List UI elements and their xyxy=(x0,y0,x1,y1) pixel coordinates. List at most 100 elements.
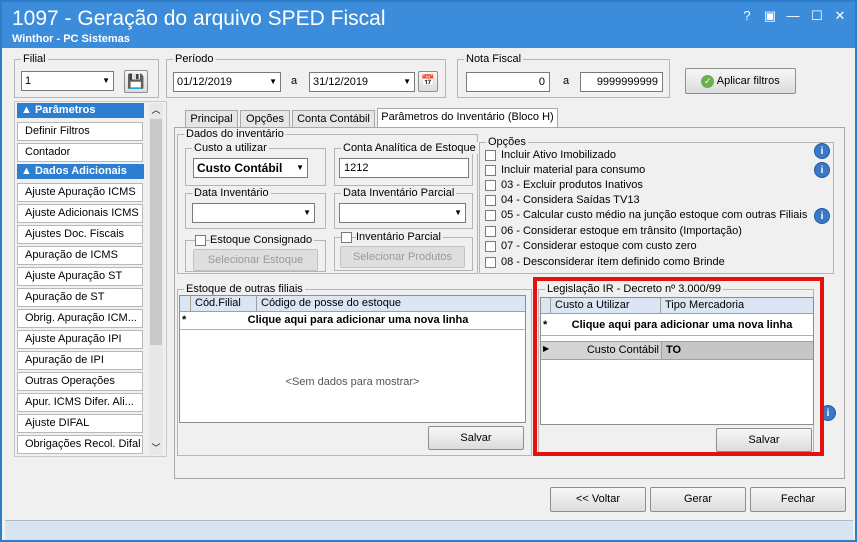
tab-opcoes[interactable]: Opções xyxy=(240,110,290,128)
opcao-checkbox[interactable] xyxy=(485,165,496,176)
salvar-estoque-button[interactable]: Salvar xyxy=(428,426,524,450)
section-label: Dados Adicionais xyxy=(34,165,127,177)
help-icon[interactable]: ? xyxy=(738,8,756,24)
nota-separator: a xyxy=(563,75,570,87)
filial-label: Filial xyxy=(21,53,48,65)
chevron-down-icon: ▼ xyxy=(296,163,304,172)
sidebar-section-dados-adicionais[interactable]: ▲ Dados Adicionais xyxy=(17,164,144,179)
highlight-box xyxy=(533,277,824,456)
apply-filters-button[interactable]: ✓ Aplicar filtros xyxy=(685,68,796,94)
opcoes-group: Opções xyxy=(479,136,834,274)
sidebar-item[interactable]: Obrigações Recol. Difal xyxy=(17,435,143,454)
floppy-disk-icon: 💾 xyxy=(127,73,145,89)
sidebar-item[interactable]: Ajuste DIFAL xyxy=(17,414,143,433)
apply-filters-label: Aplicar filtros xyxy=(716,75,780,87)
sidebar-section-parametros[interactable]: ▲ Parâmetros xyxy=(17,103,144,118)
date-from-value: 01/12/2019 xyxy=(177,76,233,88)
info-icon[interactable]: i xyxy=(814,143,830,159)
window-subtitle: Winthor - PC Sistemas xyxy=(12,33,130,45)
consignado-checkbox[interactable] xyxy=(195,235,206,246)
nota-from-input[interactable]: 0 xyxy=(466,72,550,92)
opcao-label: 08 - Desconsiderar ítem definido como Br… xyxy=(501,256,725,268)
conta-input[interactable]: 1212 xyxy=(339,158,469,178)
col-cod-filial[interactable]: Cód.Filial xyxy=(191,296,257,312)
data-inventario-label: Data Inventário xyxy=(192,187,271,199)
col-codigo-posse[interactable]: Código de posse do estoque xyxy=(257,296,525,312)
fechar-button[interactable]: Fechar xyxy=(750,487,846,512)
opcao-label: Incluir material para consumo xyxy=(501,164,646,176)
opcao-checkbox[interactable] xyxy=(485,150,496,161)
data-inventario-picker[interactable]: ▼ xyxy=(192,203,315,223)
date-to-picker[interactable]: 31/12/2019 ▼ xyxy=(309,72,415,92)
grid-corner xyxy=(180,296,191,312)
sidebar-item[interactable]: Ajuste Apuração ICMS xyxy=(17,183,143,202)
date-to-value: 31/12/2019 xyxy=(313,76,369,88)
periodo-label: Período xyxy=(173,53,216,65)
triangle-icon: ▲ xyxy=(21,165,32,177)
minimize-icon[interactable]: — xyxy=(784,8,802,24)
opcao-label: 04 - Considera Saídas TV13 xyxy=(501,194,640,206)
gerar-button[interactable]: Gerar xyxy=(650,487,746,512)
custo-value: Custo Contábil xyxy=(197,161,283,175)
chevron-down-icon[interactable]: ﹀ xyxy=(150,441,162,454)
selecionar-produtos-button[interactable]: Selecionar Produtos xyxy=(340,246,465,268)
chevron-up-icon[interactable]: ︿ xyxy=(150,103,162,116)
info-icon[interactable]: i xyxy=(814,162,830,178)
sidebar-item-definir-filtros[interactable]: Definir Filtros xyxy=(17,122,143,141)
opcao-checkbox[interactable] xyxy=(485,195,496,206)
voltar-button[interactable]: << Voltar xyxy=(550,487,646,512)
opcao-checkbox[interactable] xyxy=(485,257,496,268)
info-icon[interactable]: i xyxy=(814,208,830,224)
opcao-label: 05 - Calcular custo médio na junção esto… xyxy=(501,209,808,221)
scrollbar-thumb[interactable] xyxy=(150,119,162,345)
custo-select[interactable]: Custo Contábil ▼ xyxy=(193,158,308,178)
close-icon[interactable]: ✕ xyxy=(831,8,849,24)
save-disk-button[interactable]: 💾 xyxy=(124,70,148,93)
data-parcial-label: Data Inventário Parcial xyxy=(341,187,457,199)
estoque-filiais-grid[interactable]: Cód.Filial Código de posse do estoque * … xyxy=(179,295,526,423)
restore-layout-icon[interactable]: ▣ xyxy=(761,8,779,24)
parcial-checkbox[interactable] xyxy=(341,232,352,243)
consignado-label: Estoque Consignado xyxy=(210,234,315,246)
tab-principal[interactable]: Principal xyxy=(185,110,238,128)
nota-to-input[interactable]: 9999999999 xyxy=(580,72,663,92)
sidebar-item[interactable]: Apuração de IPI xyxy=(17,351,143,370)
sidebar-item[interactable]: Apur. ICMS Difer. Ali... xyxy=(17,393,143,412)
sidebar-item[interactable]: Outras Operações xyxy=(17,372,143,391)
new-row[interactable]: * Clique aqui para adicionar uma nova li… xyxy=(180,312,525,330)
chevron-down-icon: ▼ xyxy=(454,208,462,217)
selecionar-estoque-button[interactable]: Selecionar Estoque xyxy=(193,249,318,271)
sidebar-item[interactable]: Apuração de ICMS xyxy=(17,246,143,265)
sidebar-item[interactable]: Ajuste Apuração ST xyxy=(17,267,143,286)
opcao-checkbox[interactable] xyxy=(485,210,496,221)
date-separator: a xyxy=(291,75,298,87)
opcao-checkbox[interactable] xyxy=(485,180,496,191)
custo-label: Custo a utilizar xyxy=(192,142,269,154)
sidebar-item[interactable]: Apuração de ST xyxy=(17,288,143,307)
sidebar-item[interactable]: Obrig. Apuração ICM... xyxy=(17,309,143,328)
tab-parametros-inventario[interactable]: Parâmetros do Inventário (Bloco H) xyxy=(377,108,558,128)
tab-conta-contabil[interactable]: Conta Contábil xyxy=(292,110,375,128)
filial-value: 1 xyxy=(25,75,32,87)
sidebar-item-contador[interactable]: Contador xyxy=(17,143,143,162)
opcao-label: 07 - Considerar estoque com custo zero xyxy=(501,240,697,252)
filial-select[interactable]: 1 ▼ xyxy=(21,71,114,91)
sidebar-item[interactable]: Ajuste Adicionais ICMS xyxy=(17,204,143,223)
asterisk-icon: * xyxy=(182,314,187,326)
sidebar-scrollbar[interactable]: ︿ ﹀ xyxy=(149,103,163,455)
opcao-checkbox[interactable] xyxy=(485,241,496,252)
date-from-picker[interactable]: 01/12/2019 ▼ xyxy=(173,72,281,92)
parcial-label: Inventário Parcial xyxy=(356,231,443,243)
opcao-checkbox[interactable] xyxy=(485,226,496,237)
data-parcial-picker[interactable]: ▼ xyxy=(339,203,466,223)
section-label: Parâmetros xyxy=(34,104,96,116)
sidebar-item[interactable]: Ajuste Apuração IPI xyxy=(17,330,143,349)
sidebar-item[interactable]: Ajustes Doc. Fiscais xyxy=(17,225,143,244)
dados-inventario-label: Dados do inventário xyxy=(184,128,286,140)
calendar-button[interactable]: 📅 xyxy=(418,71,438,92)
title-bar: 1097 - Geração do arquivo SPED Fiscal Wi… xyxy=(2,2,855,48)
maximize-icon[interactable]: ☐ xyxy=(808,8,826,24)
triangle-icon: ▲ xyxy=(21,104,32,116)
conta-label: Conta Analítica de Estoque xyxy=(341,142,478,154)
chevron-down-icon: ▼ xyxy=(102,76,110,85)
